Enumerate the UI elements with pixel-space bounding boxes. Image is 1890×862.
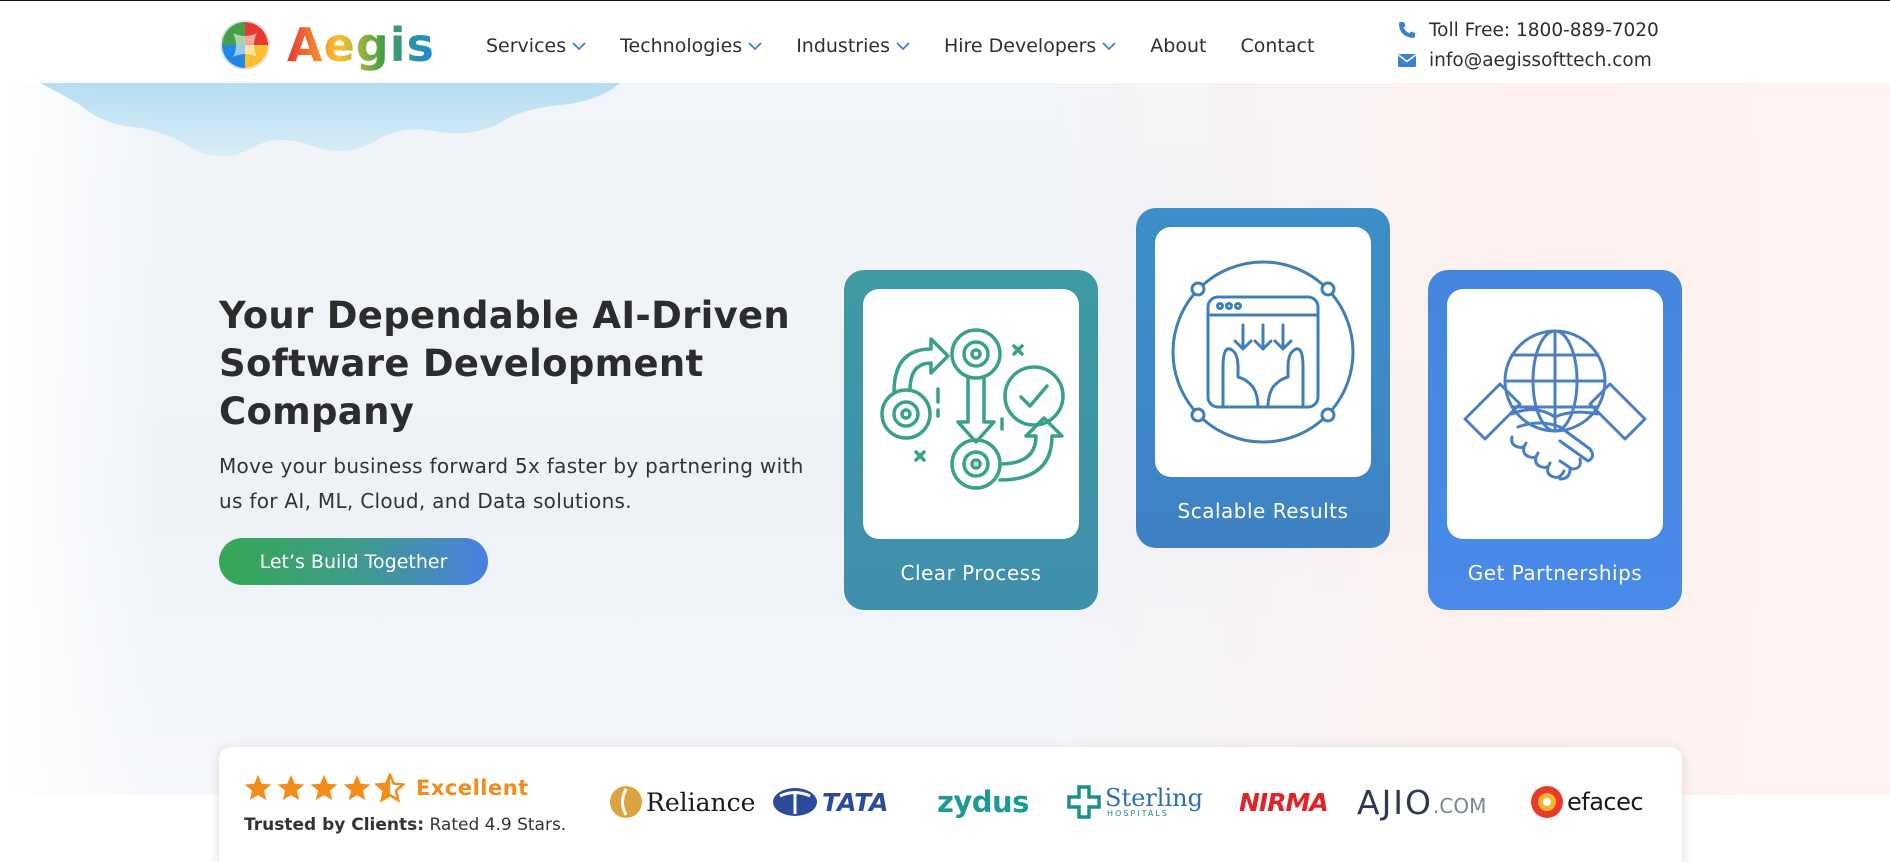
card-icon-panel <box>1155 227 1371 477</box>
main-nav: Services Technologies Industries Hire De… <box>486 35 1348 57</box>
nav-label: About <box>1150 35 1207 57</box>
email-link[interactable]: info@aegissofttech.com <box>1397 45 1659 75</box>
trusted-bold: Trusted by Clients: <box>244 815 425 835</box>
email-text: info@aegissofttech.com <box>1429 49 1652 71</box>
nav-label: Industries <box>796 35 890 57</box>
nav-label: Technologies <box>620 35 743 57</box>
phone-icon <box>1399 22 1415 38</box>
feature-card-scalable-results[interactable]: Scalable Results <box>1136 208 1390 548</box>
lets-build-together-button[interactable]: Let’s Build Together <box>219 538 488 585</box>
chevron-down-icon <box>748 41 762 50</box>
efacec-logo-icon <box>1531 786 1563 818</box>
sterling-cross-icon <box>1067 785 1101 819</box>
brand-nirma: NIRMA <box>1239 777 1329 827</box>
brand-name: efacec <box>1567 788 1644 816</box>
brand-tata: TATA <box>772 777 889 827</box>
phone-text: Toll Free: 1800-889-7020 <box>1429 19 1659 41</box>
star-icon <box>244 774 272 801</box>
feature-card-get-partnerships[interactable]: Get Partnerships <box>1428 270 1682 610</box>
brand-efacec: efacec <box>1529 777 1644 827</box>
chevron-down-icon <box>1102 41 1116 50</box>
nav-contact[interactable]: Contact <box>1240 35 1314 57</box>
hero-title: Your Dependable AI-Driven Software Devel… <box>219 294 791 433</box>
star-icon <box>343 774 371 801</box>
brand-name: NIRMA <box>1239 787 1329 817</box>
card-label: Get Partnerships <box>1467 561 1643 585</box>
site-header: Aegis Services Technologies Industries H… <box>0 1 1890 83</box>
aegis-logo-icon <box>220 20 270 70</box>
star-icon <box>310 774 338 801</box>
process-flow-icon <box>880 328 1065 490</box>
scalable-hands-icon <box>1171 260 1355 444</box>
card-label: Scalable Results <box>1177 499 1349 523</box>
rating-stars: Excellent <box>243 773 529 803</box>
brand-sterling: Sterling HOSPITALS <box>1067 777 1203 827</box>
mail-icon <box>1398 54 1416 67</box>
nav-label: Hire Developers <box>943 35 1097 57</box>
nav-technologies[interactable]: Technologies <box>620 35 762 57</box>
chevron-down-icon <box>896 41 910 50</box>
brand-name: Sterling <box>1105 784 1203 812</box>
site-logo[interactable]: Aegis <box>219 19 435 71</box>
trusted-rest: Rated 4.9 Stars. <box>424 815 567 835</box>
brand-name: TATA <box>822 787 889 817</box>
card-label: Clear Process <box>900 561 1042 585</box>
star-half-icon <box>375 773 405 803</box>
nav-hire-developers[interactable]: Hire Developers <box>944 35 1116 57</box>
brand-suffix: .COM <box>1433 794 1487 818</box>
nav-services[interactable]: Services <box>486 35 586 57</box>
nav-label: Contact <box>1240 35 1315 57</box>
nav-label: Services <box>486 35 567 57</box>
trusted-text: Trusted by Clients: Rated 4.9 Stars. <box>244 815 566 835</box>
hero-left-fade <box>0 83 160 795</box>
brand-name: AJIO <box>1357 782 1434 822</box>
brand-zydus: zydus <box>937 777 1029 827</box>
card-icon-panel <box>1447 289 1663 539</box>
handshake-globe-icon <box>1463 329 1647 481</box>
brand-name: zydus <box>937 785 1029 819</box>
header-contact: Toll Free: 1800-889-7020 info@aegissoftt… <box>1397 15 1659 75</box>
cloud-decoration <box>40 83 620 157</box>
brand-name: Reliance <box>646 787 756 817</box>
brand-ajio: AJIO .COM <box>1357 777 1486 827</box>
reliance-logo-icon <box>610 786 642 818</box>
hero-subtitle: Move your business forward 5x faster by … <box>219 454 804 513</box>
brand-reliance: Reliance <box>609 777 755 827</box>
sterling-text: Sterling HOSPITALS <box>1105 786 1203 818</box>
rating-label: Excellent <box>416 776 529 800</box>
trust-bar: Excellent Trusted by Clients: Rated 4.9 … <box>219 747 1682 862</box>
feature-card-clear-process[interactable]: Clear Process <box>844 270 1098 610</box>
nav-about[interactable]: About <box>1150 35 1206 57</box>
logo-text: Aegis <box>287 18 435 72</box>
star-icon <box>277 774 305 801</box>
phone-link[interactable]: Toll Free: 1800-889-7020 <box>1397 15 1659 45</box>
chevron-down-icon <box>572 41 586 50</box>
nav-industries[interactable]: Industries <box>796 35 910 57</box>
tata-logo-icon <box>773 788 817 816</box>
card-icon-panel <box>863 289 1079 539</box>
